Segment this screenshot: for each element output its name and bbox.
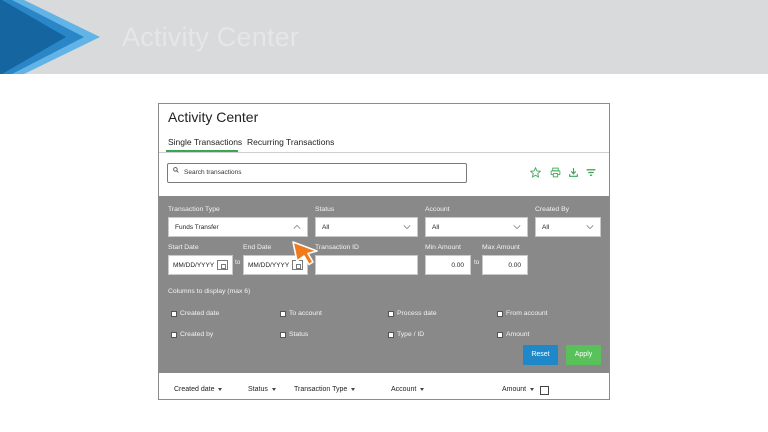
column-header-created-date[interactable]: Created date <box>174 386 223 393</box>
date-to-label: to <box>235 259 241 266</box>
search-placeholder: Search transactions <box>184 169 242 176</box>
column-header-status[interactable]: Status <box>248 386 276 393</box>
column-label-process-date: Process date <box>397 310 437 317</box>
caret-down-icon <box>420 387 425 391</box>
transaction-type-value: Funds Transfer <box>175 224 219 231</box>
column-label-created-date: Created date <box>180 310 220 317</box>
column-checkbox-created-date[interactable] <box>171 311 177 317</box>
status-label: Status <box>315 206 335 213</box>
caret-down-icon <box>351 387 356 391</box>
page-title: Activity Center <box>168 109 259 125</box>
caret-down-icon <box>218 387 223 391</box>
min-amount-label: Min Amount <box>425 244 461 251</box>
column-label-type-id: Type / ID <box>397 331 425 338</box>
status-select[interactable]: All <box>315 217 418 237</box>
column-checkbox-from-account[interactable] <box>497 311 503 317</box>
chevron-up-icon <box>293 224 301 229</box>
tabs-divider <box>159 152 609 153</box>
account-label: Account <box>425 206 450 213</box>
reset-button[interactable]: Reset <box>523 345 558 365</box>
max-amount-value: 0.00 <box>508 262 521 269</box>
account-select[interactable]: All <box>425 217 528 237</box>
end-date-label: End Date <box>243 244 272 251</box>
column-header-account[interactable]: Account <box>391 386 425 393</box>
column-label-from-account: From account <box>506 310 548 317</box>
transaction-type-select[interactable]: Funds Transfer <box>168 217 308 237</box>
transaction-id-label: Transaction ID <box>315 244 359 251</box>
column-label-status: Status <box>289 331 309 338</box>
created-by-select[interactable]: All <box>535 217 601 237</box>
amount-to-label: to <box>474 259 480 266</box>
column-checkbox-process-date[interactable] <box>388 311 394 317</box>
created-by-label: Created By <box>535 206 570 213</box>
tab-recurring-transactions[interactable]: Recurring Transactions <box>247 137 334 147</box>
transaction-id-input[interactable] <box>315 255 418 275</box>
chevron-down-icon <box>403 225 411 230</box>
max-amount-input[interactable]: 0.00 <box>482 255 528 275</box>
select-all-checkbox[interactable] <box>540 386 549 395</box>
star-icon[interactable] <box>528 166 542 179</box>
chevron-down-icon <box>513 225 521 230</box>
column-checkbox-created-by[interactable] <box>171 332 177 338</box>
activity-center-panel: Activity Center Single Transactions Recu… <box>158 103 610 400</box>
chevron-down-icon <box>586 225 594 230</box>
search-icon <box>173 167 179 175</box>
column-header-transaction-type[interactable]: Transaction Type <box>294 386 356 393</box>
column-checkbox-status[interactable] <box>280 332 286 338</box>
caret-down-icon <box>530 387 535 391</box>
account-value: All <box>432 224 440 231</box>
column-checkbox-to-account[interactable] <box>280 311 286 317</box>
column-header-amount[interactable]: Amount <box>502 386 535 393</box>
tab-single-transactions[interactable]: Single Transactions <box>168 137 242 147</box>
min-amount-value: 0.00 <box>451 262 464 269</box>
column-checkbox-type-id[interactable] <box>388 332 394 338</box>
transaction-type-label: Transaction Type <box>168 206 220 213</box>
columns-to-display-label: Columns to display (max 6) <box>168 288 251 295</box>
start-date-input[interactable]: MM/DD/YYYY <box>168 255 233 275</box>
caret-down-icon <box>271 387 276 391</box>
start-date-placeholder: MM/DD/YYYY <box>173 262 215 269</box>
header-banner: Activity Center <box>0 0 768 74</box>
column-label-to-account: To account <box>289 310 322 317</box>
min-amount-input[interactable]: 0.00 <box>425 255 471 275</box>
status-value: All <box>322 224 330 231</box>
apply-button[interactable]: Apply <box>566 345 601 365</box>
max-amount-label: Max Amount <box>482 244 520 251</box>
column-label-created-by: Created by <box>180 331 214 338</box>
column-label-amount: Amount <box>506 331 530 338</box>
end-date-placeholder: MM/DD/YYYY <box>248 262 290 269</box>
column-checkbox-amount[interactable] <box>497 332 503 338</box>
pointer-cursor-icon <box>292 241 318 266</box>
start-date-label: Start Date <box>168 244 199 251</box>
print-icon[interactable] <box>548 167 562 179</box>
calendar-icon[interactable] <box>217 260 228 270</box>
created-by-value: All <box>542 224 550 231</box>
download-icon[interactable] <box>566 167 580 179</box>
filter-icon[interactable] <box>584 167 598 179</box>
banner-title: Activity Center <box>122 22 300 52</box>
search-input[interactable]: Search transactions <box>167 163 467 183</box>
brand-chevron-logo <box>0 0 100 74</box>
